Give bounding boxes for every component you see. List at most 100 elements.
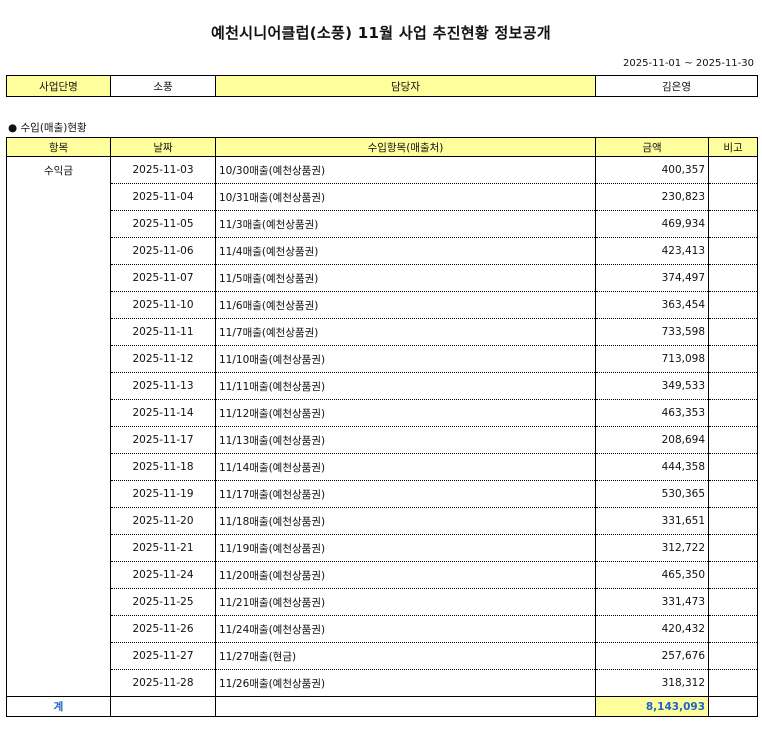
- amount-cell: 463,353: [595, 399, 709, 427]
- category-cell: [6, 507, 111, 535]
- note-cell: [708, 534, 758, 562]
- section-title: ● 수입(매출)현황: [8, 122, 87, 134]
- table-row: 2025-11-21 11/19매출(예천상품권) 312,722: [6, 534, 758, 562]
- item-cell: 11/7매출(예천상품권): [215, 318, 596, 346]
- date-cell: 2025-11-20: [110, 507, 216, 535]
- amount-cell: 733,598: [595, 318, 709, 346]
- item-cell: 11/13매출(예천상품권): [215, 426, 596, 454]
- manager-value: 김은영: [595, 75, 758, 97]
- amount-cell: 312,722: [595, 534, 709, 562]
- date-cell: 2025-11-03: [110, 156, 216, 184]
- table-header-row: 항목 날짜 수입항목(매출처) 금액 비고: [6, 137, 758, 157]
- date-cell: 2025-11-25: [110, 588, 216, 616]
- column-header-category: 항목: [6, 137, 111, 157]
- date-cell: 2025-11-24: [110, 561, 216, 589]
- date-cell: 2025-11-18: [110, 453, 216, 481]
- amount-cell: 530,365: [595, 480, 709, 508]
- note-cell: [708, 291, 758, 319]
- note-cell: [708, 345, 758, 373]
- note-cell: [708, 372, 758, 400]
- amount-cell: 331,473: [595, 588, 709, 616]
- total-empty-note: [708, 696, 758, 717]
- amount-cell: 318,312: [595, 669, 709, 697]
- category-cell: [6, 480, 111, 508]
- category-cell: [6, 264, 111, 292]
- item-cell: 11/4매출(예천상품권): [215, 237, 596, 265]
- note-cell: [708, 183, 758, 211]
- table-row: 2025-11-07 11/5매출(예천상품권) 374,497: [6, 264, 758, 292]
- table-row: 2025-11-19 11/17매출(예천상품권) 530,365: [6, 480, 758, 508]
- note-cell: [708, 264, 758, 292]
- category-cell: 수익금: [6, 156, 111, 184]
- report-period: 2025-11-01 ~ 2025-11-30: [623, 58, 754, 69]
- date-cell: 2025-11-06: [110, 237, 216, 265]
- amount-cell: 444,358: [595, 453, 709, 481]
- category-cell: [6, 642, 111, 670]
- date-cell: 2025-11-10: [110, 291, 216, 319]
- note-cell: [708, 588, 758, 616]
- table-row: 2025-11-12 11/10매출(예천상품권) 713,098: [6, 345, 758, 373]
- table-row: 2025-11-24 11/20매출(예천상품권) 465,350: [6, 561, 758, 589]
- note-cell: [708, 642, 758, 670]
- table-row: 2025-11-28 11/26매출(예천상품권) 318,312: [6, 669, 758, 697]
- manager-label: 담당자: [215, 75, 596, 97]
- note-cell: [708, 615, 758, 643]
- business-name-value: 소풍: [110, 75, 216, 97]
- category-cell: [6, 291, 111, 319]
- page-title: 예천시니어클럽(소풍) 11월 사업 추진현황 정보공개: [211, 24, 551, 42]
- table-row: 2025-11-18 11/14매출(예천상품권) 444,358: [6, 453, 758, 481]
- item-cell: 10/30매출(예천상품권): [215, 156, 596, 184]
- table-row: 2025-11-04 10/31매출(예천상품권) 230,823: [6, 183, 758, 211]
- note-cell: [708, 237, 758, 265]
- date-cell: 2025-11-21: [110, 534, 216, 562]
- table-row: 2025-11-17 11/13매출(예천상품권) 208,694: [6, 426, 758, 454]
- note-cell: [708, 453, 758, 481]
- category-cell: [6, 453, 111, 481]
- business-info-row: 사업단명 소풍 담당자 김은영: [6, 75, 758, 97]
- category-cell: [6, 210, 111, 238]
- date-cell: 2025-11-17: [110, 426, 216, 454]
- item-cell: 11/12매출(예천상품권): [215, 399, 596, 427]
- table-row: 2025-11-14 11/12매출(예천상품권) 463,353: [6, 399, 758, 427]
- category-cell: [6, 237, 111, 265]
- amount-cell: 713,098: [595, 345, 709, 373]
- total-label: 계: [6, 696, 111, 717]
- amount-cell: 349,533: [595, 372, 709, 400]
- date-cell: 2025-11-05: [110, 210, 216, 238]
- amount-cell: 469,934: [595, 210, 709, 238]
- amount-cell: 423,413: [595, 237, 709, 265]
- table-row: 수익금 2025-11-03 10/30매출(예천상품권) 400,357: [6, 156, 758, 184]
- table-row: 2025-11-27 11/27매출(현금) 257,676: [6, 642, 758, 670]
- note-cell: [708, 318, 758, 346]
- table-row: 2025-11-06 11/4매출(예천상품권) 423,413: [6, 237, 758, 265]
- column-header-note: 비고: [708, 137, 758, 157]
- note-cell: [708, 399, 758, 427]
- date-cell: 2025-11-11: [110, 318, 216, 346]
- category-cell: [6, 534, 111, 562]
- table-row: 2025-11-11 11/7매출(예천상품권) 733,598: [6, 318, 758, 346]
- amount-cell: 257,676: [595, 642, 709, 670]
- category-cell: [6, 399, 111, 427]
- date-cell: 2025-11-14: [110, 399, 216, 427]
- item-cell: 10/31매출(예천상품권): [215, 183, 596, 211]
- item-cell: 11/6매출(예천상품권): [215, 291, 596, 319]
- item-cell: 11/24매출(예천상품권): [215, 615, 596, 643]
- item-cell: 11/21매출(예천상품권): [215, 588, 596, 616]
- column-header-amount: 금액: [595, 137, 709, 157]
- amount-cell: 374,497: [595, 264, 709, 292]
- note-cell: [708, 480, 758, 508]
- column-header-date: 날짜: [110, 137, 216, 157]
- item-cell: 11/20매출(예천상품권): [215, 561, 596, 589]
- table-row: 2025-11-26 11/24매출(예천상품권) 420,432: [6, 615, 758, 643]
- amount-cell: 465,350: [595, 561, 709, 589]
- date-cell: 2025-11-12: [110, 345, 216, 373]
- amount-cell: 363,454: [595, 291, 709, 319]
- table-row: 2025-11-20 11/18매출(예천상품권) 331,651: [6, 507, 758, 535]
- item-cell: 11/10매출(예천상품권): [215, 345, 596, 373]
- note-cell: [708, 210, 758, 238]
- table-row: 2025-11-10 11/6매출(예천상품권) 363,454: [6, 291, 758, 319]
- category-cell: [6, 669, 111, 697]
- date-cell: 2025-11-13: [110, 372, 216, 400]
- table-row: 2025-11-25 11/21매출(예천상품권) 331,473: [6, 588, 758, 616]
- total-row: 계 8,143,093: [6, 696, 758, 717]
